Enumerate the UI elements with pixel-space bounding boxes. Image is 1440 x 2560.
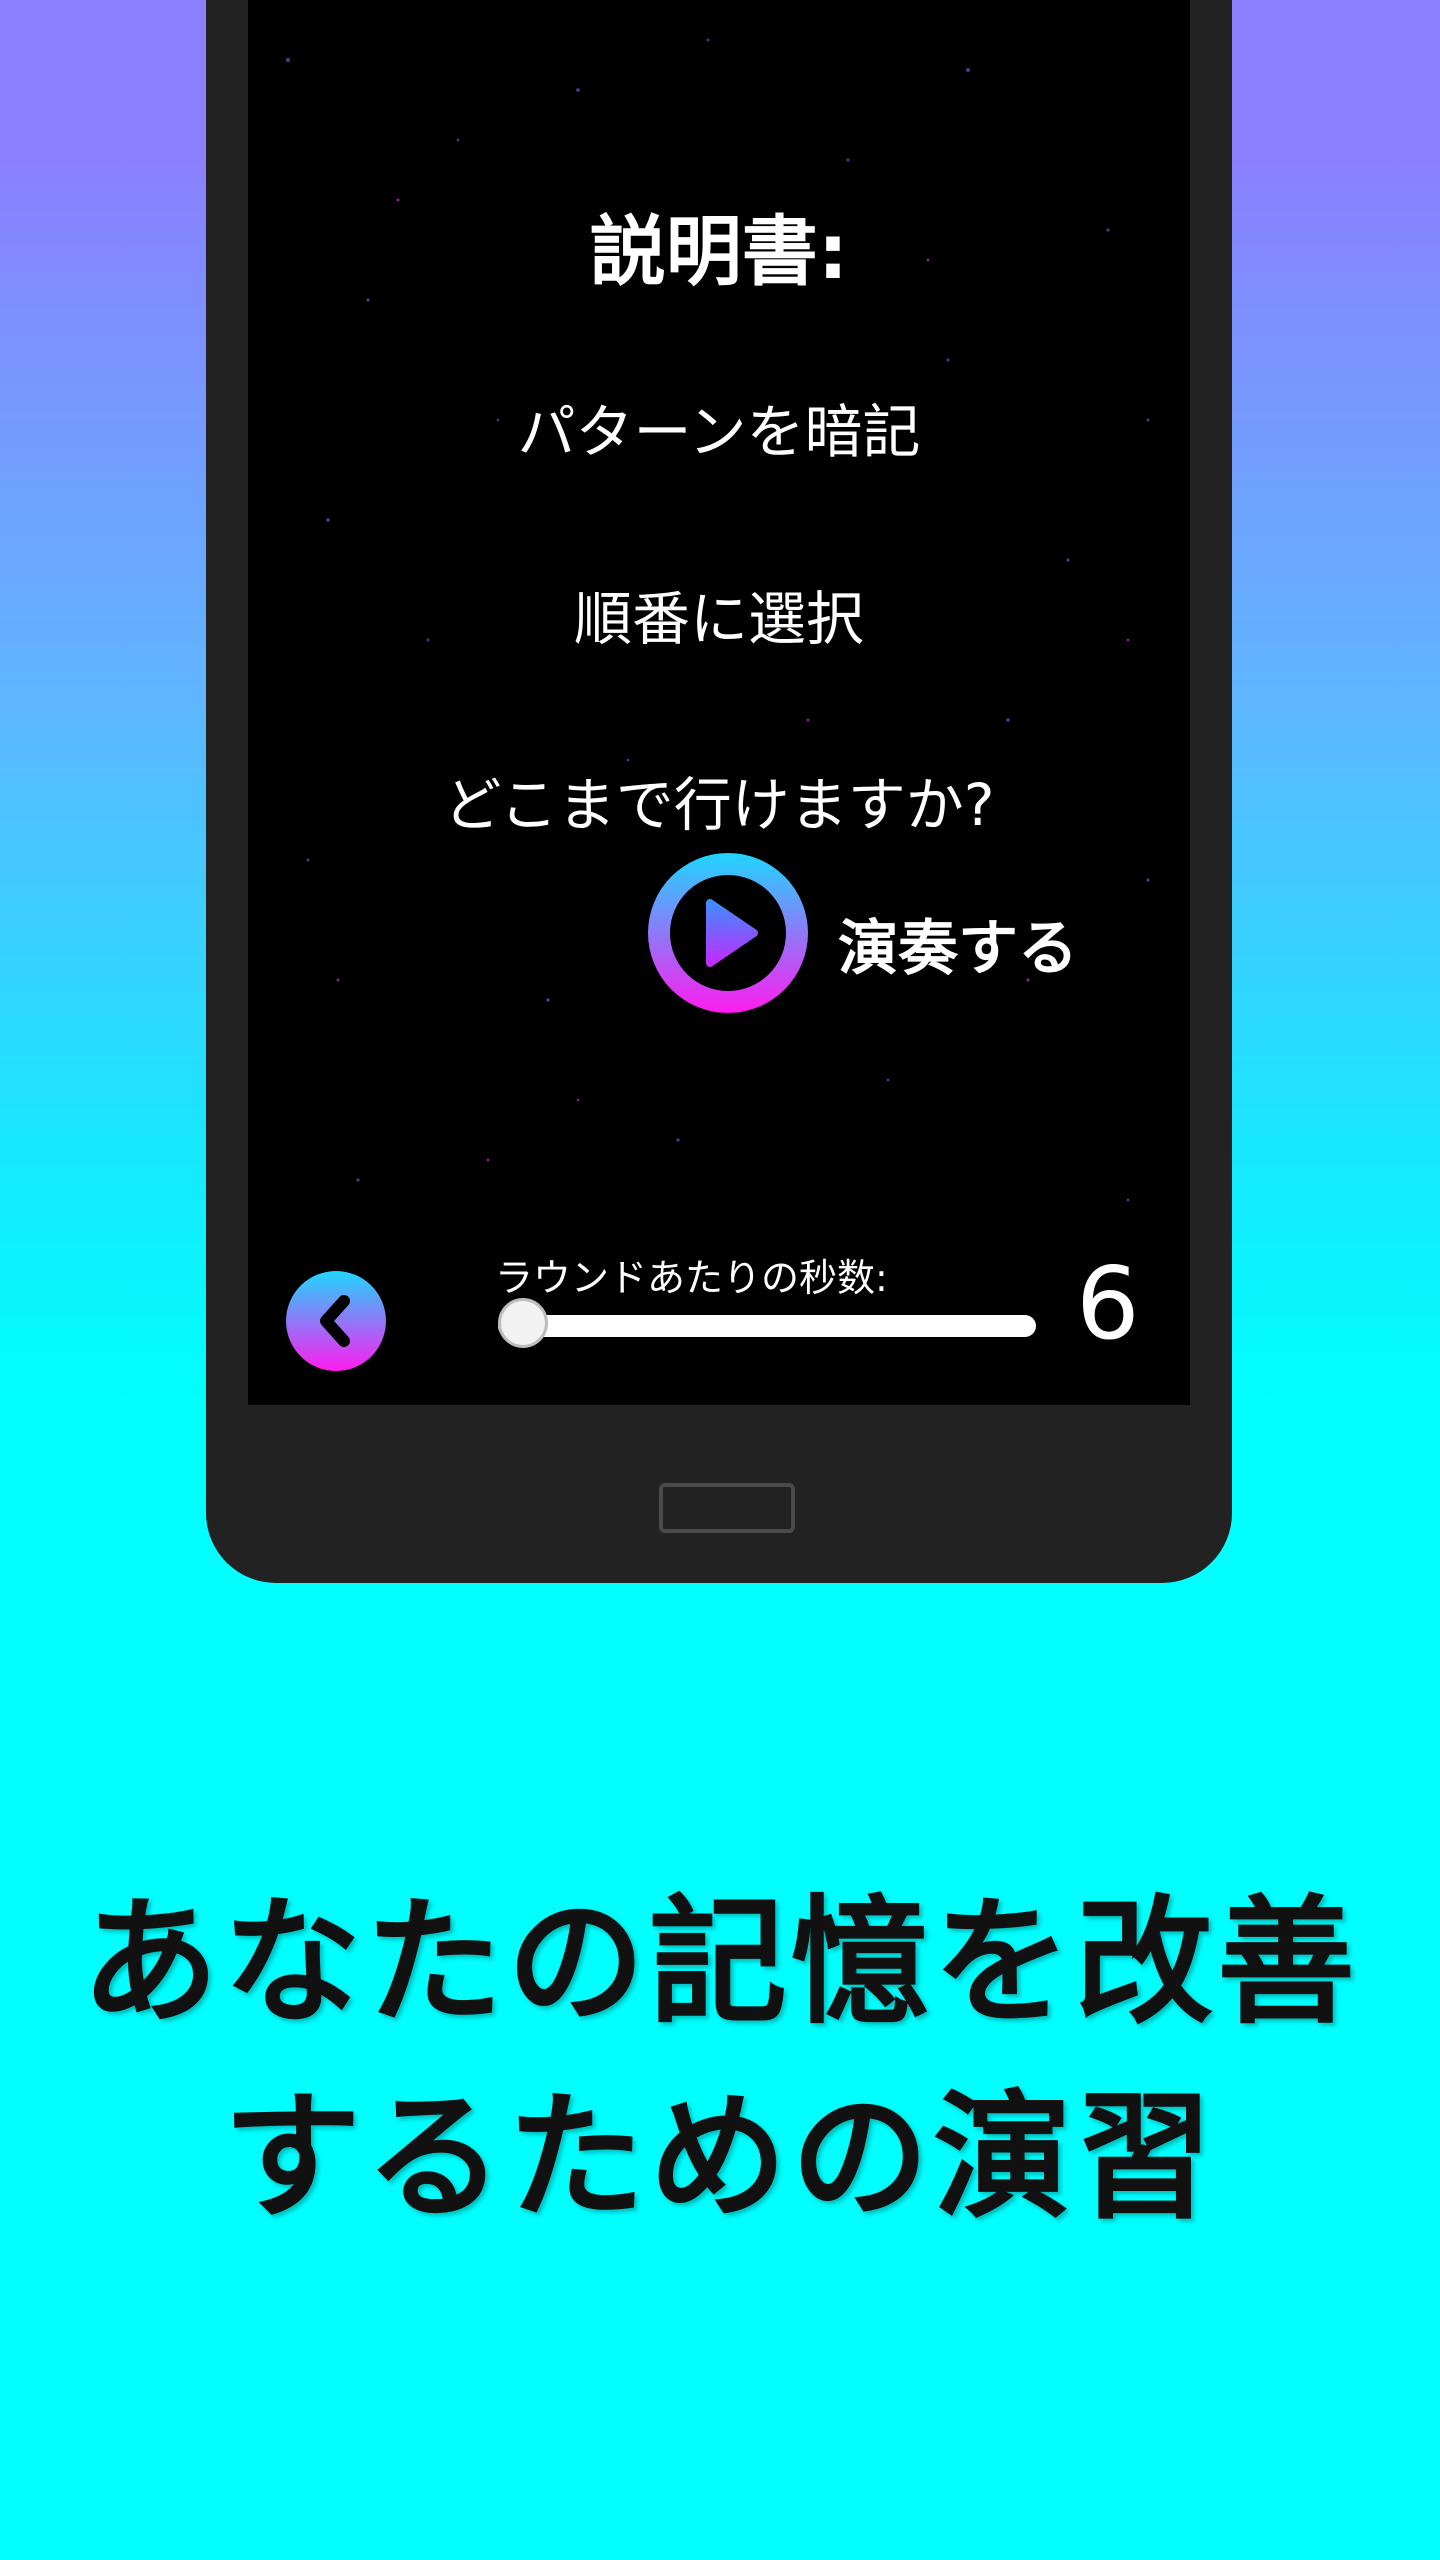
play-icon — [706, 899, 758, 967]
game-screen: 説明書: パターンを暗記 順番に選択 どこまで行けますか? 演奏する ラウンドあ… — [248, 0, 1190, 1405]
back-button[interactable] — [286, 1271, 386, 1371]
instructions-title: 説明書: — [589, 207, 849, 296]
round-seconds-value: 6 — [1076, 1245, 1140, 1362]
phone-frame: 説明書: パターンを暗記 順番に選択 どこまで行けますか? 演奏する ラウンドあ… — [206, 0, 1232, 1583]
slider-thumb[interactable] — [498, 1298, 548, 1348]
instruction-line-select: 順番に選択 — [573, 585, 864, 653]
promo-headline-line2: するための演習 — [222, 2077, 1217, 2238]
round-seconds-slider[interactable] — [498, 1298, 1036, 1348]
instruction-line-memorize: パターンを暗記 — [517, 398, 921, 466]
instruction-line-question: どこまで行けますか? — [443, 771, 995, 839]
play-button[interactable] — [648, 853, 808, 1013]
round-seconds-label: ラウンドあたりの秒数: — [495, 1256, 888, 1300]
home-button[interactable] — [659, 1483, 795, 1533]
play-label[interactable]: 演奏する — [838, 900, 1078, 987]
promo-headline-line1: あなたの記憶を改善 — [80, 1882, 1359, 2043]
play-button-inner — [670, 875, 786, 991]
chevron-left-icon — [320, 1295, 350, 1347]
